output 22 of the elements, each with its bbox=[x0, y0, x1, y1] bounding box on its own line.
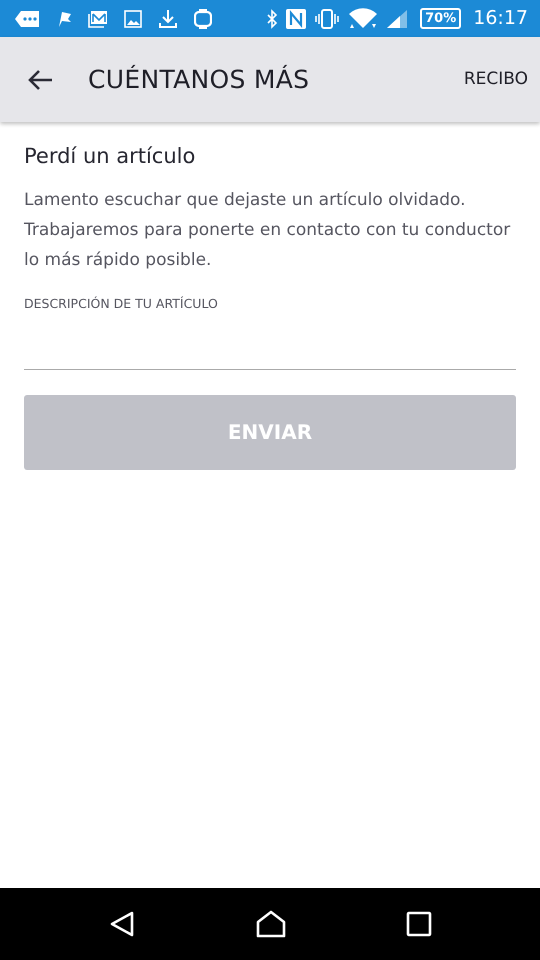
home-icon[interactable] bbox=[254, 910, 287, 938]
download-icon bbox=[158, 8, 178, 28]
nfc-icon bbox=[286, 8, 306, 28]
page-heading: Perdí un artículo bbox=[24, 144, 196, 170]
mail-icon bbox=[88, 10, 108, 28]
message-text: Lamento escuchar que dejaste un artículo olvidado. Trabajaremos para ponerte en contacto con tu conductor lo más rápido posible. bbox=[24, 189, 512, 272]
signal-icon bbox=[386, 8, 408, 28]
bluetooth-icon bbox=[266, 8, 278, 28]
clock-time: 16:17 bbox=[473, 6, 528, 32]
battery-indicator: 70% bbox=[420, 8, 462, 29]
field-label: DESCRIPCIÓN DE TU ARTÍCULO bbox=[24, 295, 219, 314]
wifi-icon bbox=[348, 8, 378, 30]
receipt-link[interactable]: RECIBO bbox=[464, 62, 528, 96]
chat-icon bbox=[14, 10, 40, 28]
back-arrow-icon[interactable] bbox=[28, 68, 54, 90]
image-icon bbox=[124, 10, 142, 28]
vibrate-icon bbox=[314, 8, 340, 28]
flag-icon bbox=[56, 10, 72, 28]
screen-title: CUÉNTANOS MÁS bbox=[88, 64, 310, 96]
recent-apps-icon[interactable] bbox=[406, 911, 432, 937]
watch-icon bbox=[194, 8, 212, 30]
back-icon[interactable] bbox=[108, 910, 136, 938]
